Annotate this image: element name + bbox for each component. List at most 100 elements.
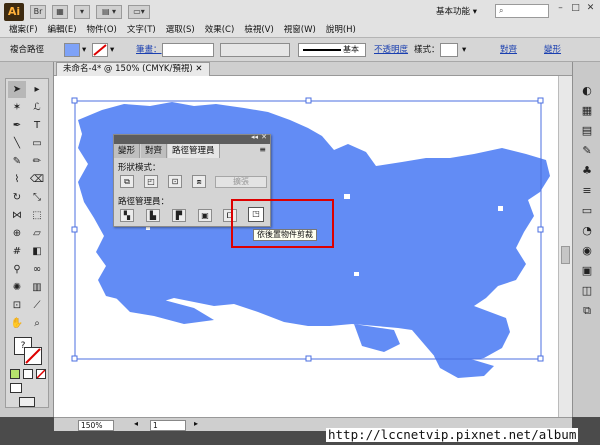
layers-icon[interactable]: ◫ [578, 282, 596, 299]
bridge-icon[interactable]: Br [30, 5, 46, 19]
artboard-icon[interactable]: ⊡ [8, 297, 26, 314]
direct-selection-icon[interactable]: ▸ [28, 81, 46, 98]
panel-title-bar[interactable]: ◂◂ ✕ [114, 133, 270, 144]
slice-icon[interactable]: ⟋ [28, 297, 46, 314]
menu-window[interactable]: 視窗(W) [279, 23, 321, 37]
previous-artboard-icon[interactable]: ◂ [134, 419, 138, 428]
none-mode-icon[interactable] [36, 369, 46, 379]
swatches-icon[interactable]: ▤ [578, 122, 596, 139]
chevron-down-icon[interactable]: ▾ [82, 43, 86, 57]
gradient-mode-icon[interactable] [23, 369, 33, 379]
close-icon[interactable]: ✕ [583, 2, 598, 15]
document-tab[interactable]: 未命名-4* @ 150% (CMYK/預視) ✕ [56, 62, 210, 76]
pen-icon[interactable]: ✒ [8, 117, 26, 134]
color-guide-icon[interactable]: ▦ [578, 102, 596, 119]
magic-wand-icon[interactable]: ✶ [8, 99, 26, 116]
graphic-style-swatch[interactable] [440, 43, 458, 57]
gradient-icon[interactable]: ◧ [28, 243, 46, 260]
crop-icon[interactable]: ▣ [198, 209, 212, 222]
tab-align[interactable]: 對齊 [141, 144, 168, 158]
color-mode-icon[interactable] [10, 369, 20, 379]
gradient-panel-icon[interactable]: ▭ [578, 202, 596, 219]
eyedropper-icon[interactable]: ⚲ [8, 261, 26, 278]
trim-icon[interactable]: ▙ [146, 209, 160, 222]
symbol-sprayer-icon[interactable]: ✺ [8, 279, 26, 296]
menu-view[interactable]: 檢視(V) [239, 23, 278, 37]
menu-type[interactable]: 文字(T) [122, 23, 161, 37]
tab-pathfinder[interactable]: 路徑管理員 [168, 144, 220, 158]
arrange-documents-icon[interactable]: ▤ ▾ [96, 5, 122, 19]
graphic-styles-icon[interactable]: ▣ [578, 262, 596, 279]
transform-link[interactable]: 變形 [544, 43, 561, 57]
close-icon[interactable]: ✕ [195, 64, 202, 74]
next-artboard-icon[interactable]: ▸ [194, 419, 198, 428]
minimize-icon[interactable]: – [553, 2, 568, 15]
hand-icon[interactable]: ✋ [8, 315, 26, 332]
vertical-scrollbar[interactable] [558, 76, 572, 417]
selection-tool-icon[interactable]: ➤ [8, 81, 26, 98]
collapse-icon[interactable]: ◂◂ [251, 133, 258, 141]
shape-builder-icon[interactable]: ⊕ [8, 225, 26, 242]
menu-object[interactable]: 物件(O) [82, 23, 122, 37]
search-input[interactable]: ⌕ [495, 4, 549, 18]
blob-brush-icon[interactable]: ⌇ [8, 171, 26, 188]
minus-front-icon[interactable]: ◰ [144, 175, 158, 188]
free-transform-icon[interactable]: ⬚ [28, 207, 46, 224]
dropdown-icon[interactable]: ▾ [74, 5, 90, 19]
menu-effect[interactable]: 效果(C) [200, 23, 240, 37]
eraser-icon[interactable]: ⌫ [28, 171, 46, 188]
menu-select[interactable]: 選取(S) [161, 23, 200, 37]
column-graph-icon[interactable]: ▥ [28, 279, 46, 296]
chevron-down-icon[interactable]: ▾ [462, 43, 466, 57]
draw-mode-icon[interactable] [10, 383, 22, 393]
stroke-color-icon[interactable] [24, 347, 42, 365]
unite-icon[interactable]: ⧉ [120, 175, 134, 188]
minibridge-icon[interactable]: ▦ [52, 5, 68, 19]
appearance-icon[interactable]: ◉ [578, 242, 596, 259]
tab-transform[interactable]: 變形 [114, 144, 141, 158]
align-link[interactable]: 對齊 [500, 43, 517, 57]
chevron-down-icon[interactable]: ▾ [110, 43, 114, 57]
menu-edit[interactable]: 編輯(E) [43, 23, 82, 37]
paintbrush-icon[interactable]: ✎ [8, 153, 26, 170]
zoom-level-field[interactable]: 150% [78, 420, 114, 431]
blend-icon[interactable]: ∞ [28, 261, 46, 278]
fill-swatch[interactable] [64, 43, 80, 57]
menu-file[interactable]: 檔案(F) [4, 23, 43, 37]
artboard-number-field[interactable]: 1 [150, 420, 186, 431]
stroke-weight-field[interactable] [162, 43, 214, 57]
merge-icon[interactable]: ▛ [172, 209, 186, 222]
lasso-icon[interactable]: ℒ [28, 99, 46, 116]
maximize-icon[interactable]: □ [568, 2, 583, 15]
opacity-link[interactable]: 不透明度 [374, 43, 408, 57]
transparency-icon[interactable]: ◔ [578, 222, 596, 239]
zoom-icon[interactable]: ⌕ [28, 315, 46, 332]
mesh-icon[interactable]: # [8, 243, 26, 260]
brush-definition-dropdown[interactable]: 基本 [298, 43, 366, 57]
intersect-icon[interactable]: ⊡ [168, 175, 182, 188]
scale-icon[interactable]: ⤡ [28, 189, 46, 206]
stroke-panel-icon[interactable]: ≡ [578, 182, 596, 199]
pencil-icon[interactable]: ✏ [28, 153, 46, 170]
type-icon[interactable]: T [28, 117, 46, 134]
screen-mode-icon[interactable] [19, 397, 35, 407]
stroke-swatch[interactable] [92, 43, 108, 57]
panel-menu-icon[interactable]: ≡ [259, 145, 266, 154]
symbols-icon[interactable]: ♣ [578, 162, 596, 179]
menu-help[interactable]: 說明(H) [321, 23, 361, 37]
rotate-icon[interactable]: ↻ [8, 189, 26, 206]
line-icon[interactable]: ╲ [8, 135, 26, 152]
variable-width-dropdown[interactable] [220, 43, 290, 57]
width-tool-icon[interactable]: ⋈ [8, 207, 26, 224]
close-icon[interactable]: ✕ [261, 133, 267, 141]
screen-mode-icon[interactable]: ▭▾ [128, 5, 150, 19]
scrollbar-thumb[interactable] [561, 246, 570, 264]
color-panel-icon[interactable]: ◐ [578, 82, 596, 99]
perspective-grid-icon[interactable]: ▱ [28, 225, 46, 242]
rectangle-icon[interactable]: ▭ [28, 135, 46, 152]
stroke-link[interactable]: 筆畫： [136, 43, 162, 57]
brushes-icon[interactable]: ✎ [578, 142, 596, 159]
divide-icon[interactable]: ▚ [120, 209, 134, 222]
expand-button[interactable]: 擴張 [215, 176, 267, 188]
exclude-icon[interactable]: ⧈ [192, 175, 206, 188]
